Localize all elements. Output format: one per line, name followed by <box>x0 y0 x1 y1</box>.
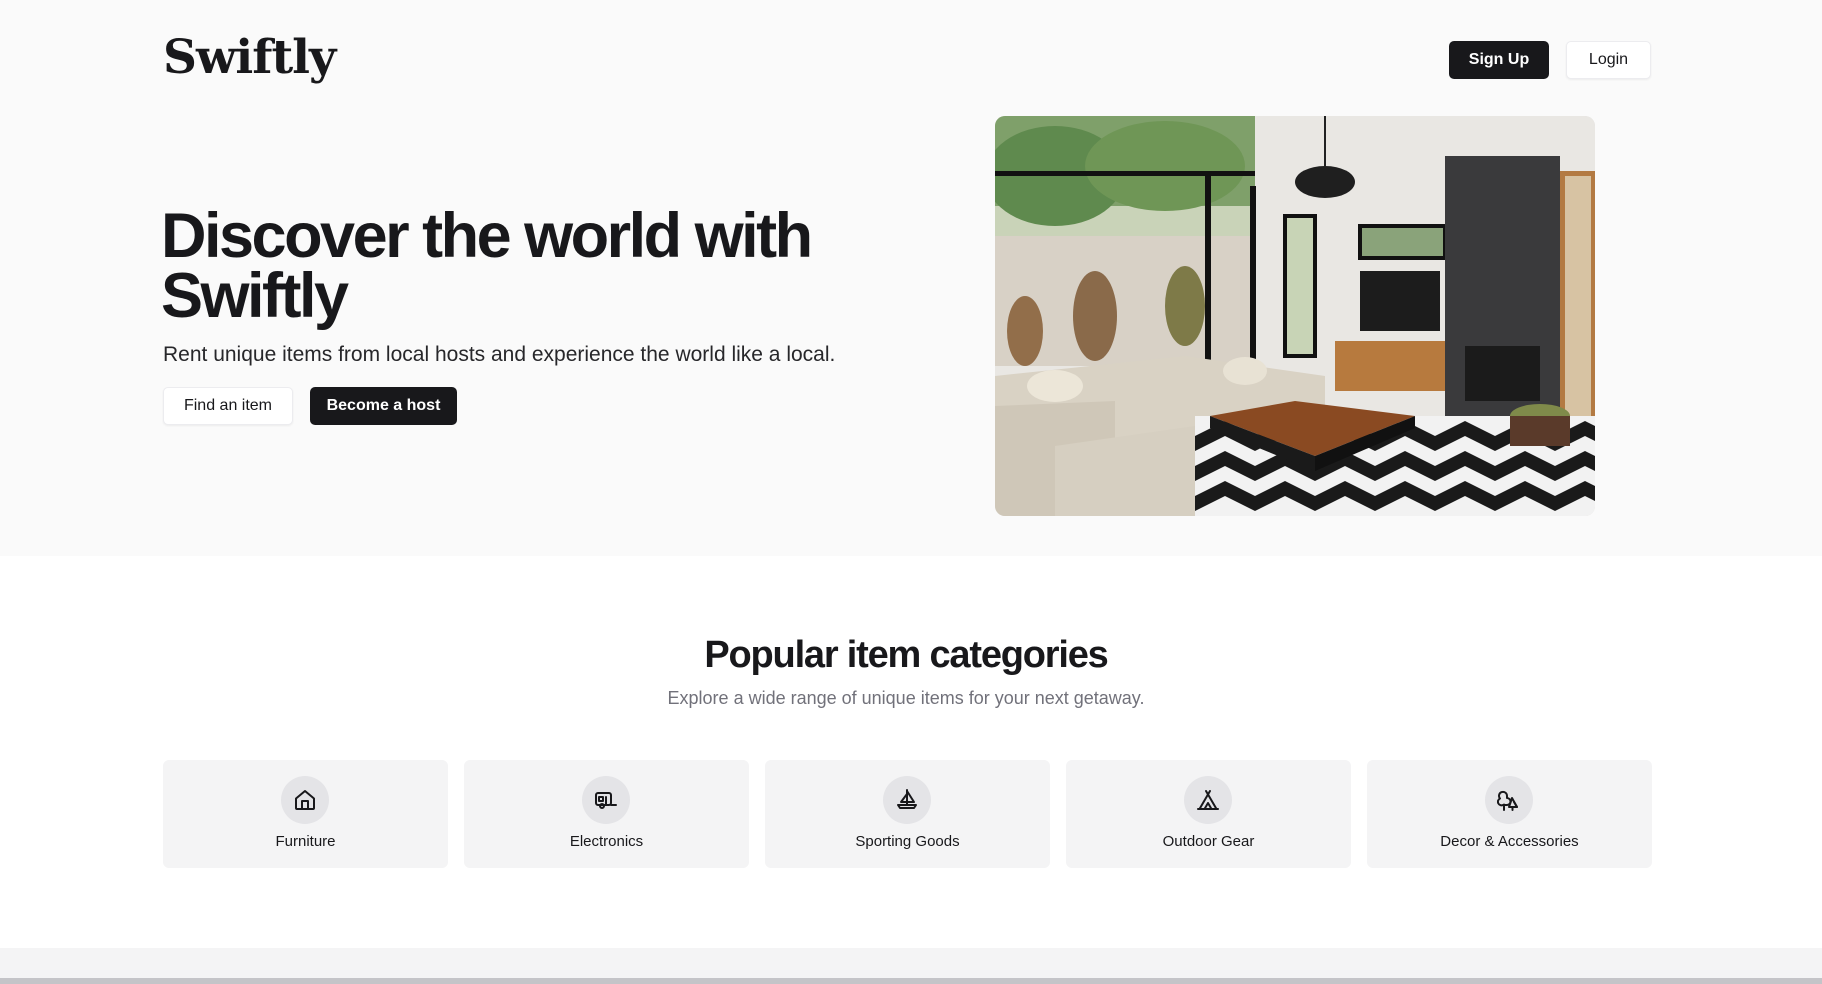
category-label: Furniture <box>275 833 336 850</box>
trees-icon <box>1485 776 1533 824</box>
category-label: Outdoor Gear <box>1162 833 1255 850</box>
category-card-electronics[interactable]: Electronics <box>464 760 749 868</box>
categories-title: Popular item categories <box>704 634 1108 676</box>
tent-icon <box>1184 776 1232 824</box>
login-button[interactable]: Login <box>1566 41 1651 79</box>
logo[interactable]: Swiftly <box>163 30 336 85</box>
category-card-outdoor-gear[interactable]: Outdoor Gear <box>1066 760 1351 868</box>
caravan-icon <box>582 776 630 824</box>
category-card-sporting-goods[interactable]: Sporting Goods <box>765 760 1050 868</box>
hero-title: Discover the world with Swiftly <box>161 201 813 331</box>
living-room-image <box>995 116 1595 516</box>
category-label: Sporting Goods <box>855 833 960 850</box>
category-card-furniture[interactable]: Furniture <box>163 760 448 868</box>
category-label: Electronics <box>569 833 644 850</box>
sign-up-button[interactable]: Sign Up <box>1449 41 1549 79</box>
categories-subtitle: Explore a wide range of unique items for… <box>667 688 1145 708</box>
footer-divider <box>0 978 1822 984</box>
hero-subtitle: Rent unique items from local hosts and e… <box>163 343 836 366</box>
category-card-decor-accessories[interactable]: Decor & Accessories <box>1367 760 1652 868</box>
find-an-item-button[interactable]: Find an item <box>163 387 293 425</box>
category-label: Decor & Accessories <box>1440 833 1579 850</box>
become-a-host-button[interactable]: Become a host <box>310 387 457 425</box>
house-icon <box>281 776 329 824</box>
sailboat-icon <box>883 776 931 824</box>
